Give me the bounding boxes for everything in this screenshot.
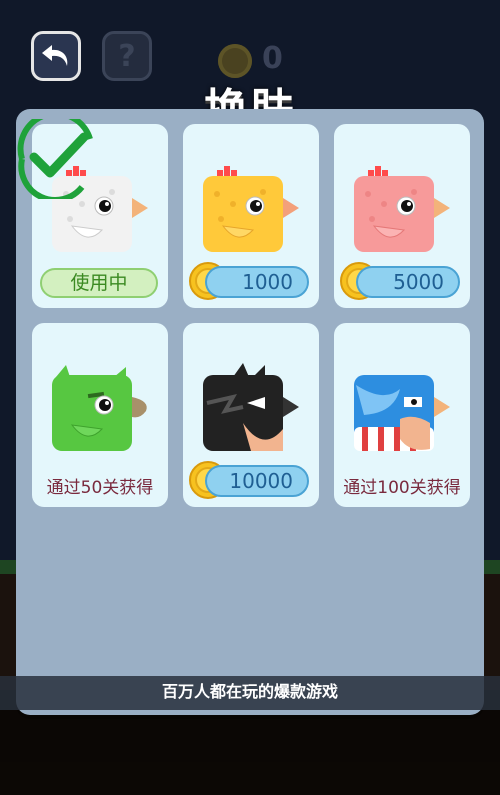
skin-card-blue[interactable]: 通过100关获得 <box>334 323 470 507</box>
price-tag: 10000 <box>205 465 309 497</box>
question-mark-icon: ? <box>118 38 136 74</box>
unlock-condition: 通过100关获得 <box>343 478 461 498</box>
skin-card-black[interactable]: 10000 <box>183 323 319 507</box>
back-arrow-icon <box>42 45 68 66</box>
yellow-chicken-icon <box>203 166 299 252</box>
promo-banner: 百万人都在玩的爆款游戏 <box>0 676 500 710</box>
skin-card-pink[interactable]: 5000 <box>334 124 470 308</box>
price-tag: 5000 <box>356 266 460 298</box>
in-use-badge: 使用中 <box>40 268 158 298</box>
coin-count: 0 <box>262 41 283 76</box>
coin-icon <box>218 44 252 78</box>
price-tag: 1000 <box>205 266 309 298</box>
skin-card-green[interactable]: 通过50关获得 <box>32 323 168 507</box>
blue-hero-bird-icon <box>354 375 450 451</box>
pink-chicken-icon <box>354 166 450 252</box>
skin-card-yellow[interactable]: 1000 <box>183 124 319 308</box>
unlock-condition: 通过50关获得 <box>46 478 154 498</box>
green-bird-icon <box>52 365 147 451</box>
black-bird-icon <box>203 363 299 451</box>
selected-check-icon <box>17 119 93 199</box>
